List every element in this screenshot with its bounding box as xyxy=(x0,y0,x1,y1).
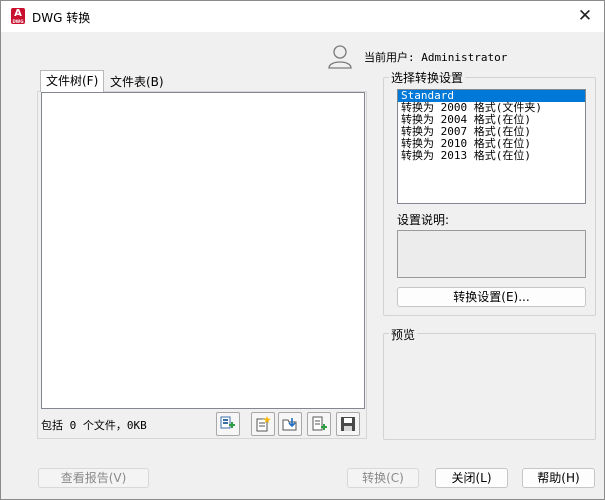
settings-description-box xyxy=(397,230,586,278)
close-icon[interactable]: ✕ xyxy=(573,5,597,27)
append-list-button[interactable] xyxy=(307,412,331,436)
open-list-button[interactable] xyxy=(278,412,302,436)
convert-settings-button[interactable]: 转换设置(E)... xyxy=(397,287,586,307)
settings-listbox[interactable]: Standard 转换为 2000 格式(文件夹) 转换为 2004 格式(在位… xyxy=(397,89,586,204)
save-list-button[interactable] xyxy=(336,412,360,436)
settings-description-label: 设置说明: xyxy=(397,213,450,227)
save-list-icon xyxy=(341,417,355,431)
settings-list-item[interactable]: 转换为 2013 格式(在位) xyxy=(398,150,585,162)
new-list-button[interactable] xyxy=(251,412,275,436)
tab-file-list[interactable]: 文件表(B) xyxy=(105,72,169,94)
current-user-label: 当前用户: Administrator xyxy=(364,51,508,64)
convert-button[interactable]: 转换(C) xyxy=(347,468,419,488)
new-list-icon xyxy=(256,416,271,432)
file-count-status: 包括 0 个文件，0KB xyxy=(41,419,147,432)
preview-group xyxy=(383,333,596,440)
append-list-icon xyxy=(312,416,327,431)
open-folder-icon xyxy=(282,418,297,431)
settings-group-title: 选择转换设置 xyxy=(389,69,466,86)
view-report-button[interactable]: 查看报告(V) xyxy=(38,468,149,488)
title-bar: A DWG DWG 转换 ✕ xyxy=(1,1,604,32)
file-tree-view[interactable] xyxy=(41,92,365,409)
tab-file-tree[interactable]: 文件树(F) xyxy=(40,70,105,92)
window-title: DWG 转换 xyxy=(32,11,91,25)
dwg-convert-dialog: A DWG DWG 转换 ✕ 当前用户: Administrator 文件树(F)… xyxy=(0,0,605,500)
add-files-button[interactable] xyxy=(216,412,240,436)
help-button[interactable]: 帮助(H) xyxy=(522,468,595,488)
close-button[interactable]: 关闭(L) xyxy=(435,468,508,488)
preview-group-title: 预览 xyxy=(389,326,418,343)
autocad-app-icon: A DWG xyxy=(11,8,25,24)
user-icon xyxy=(328,45,352,69)
add-files-icon xyxy=(220,416,235,429)
